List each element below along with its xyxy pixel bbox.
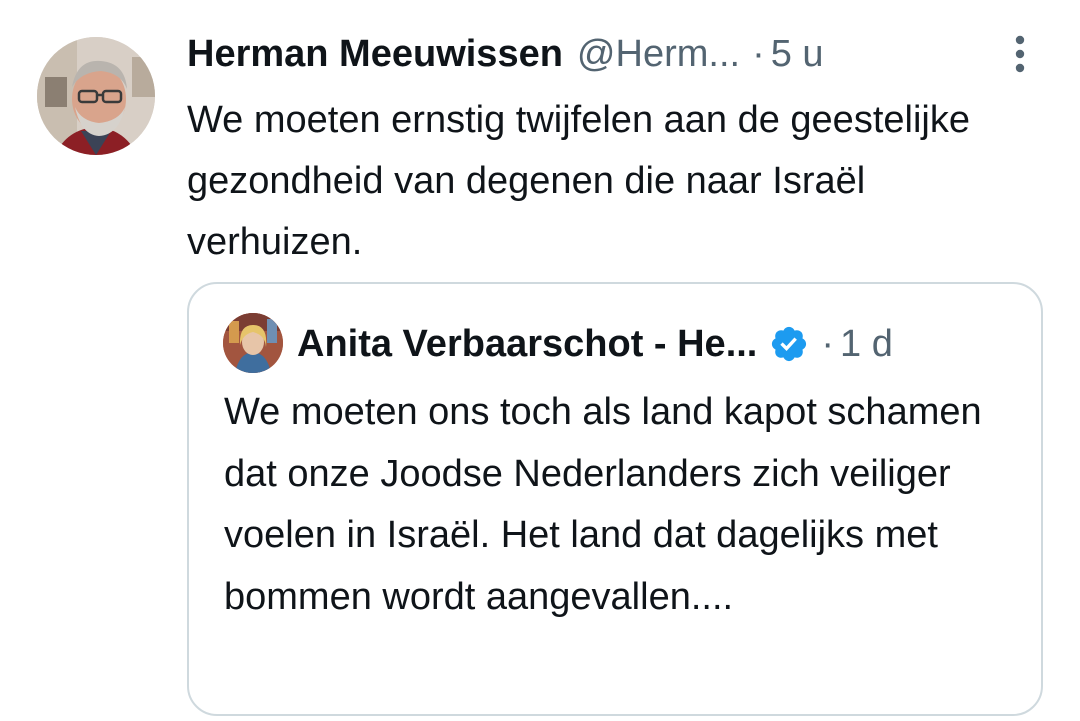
quoted-tweet-timestamp[interactable]: 1 d [840, 320, 893, 368]
verified-badge-icon [772, 326, 807, 362]
more-vertical-icon[interactable] [1007, 34, 1033, 74]
tweet-timestamp[interactable]: 5 u [771, 30, 824, 78]
quoted-tweet-header: Anita Verbaarschot - He... · 1 d [297, 320, 893, 368]
quoted-author-name[interactable]: Anita Verbaarschot - He... [297, 320, 757, 368]
quoted-author-avatar[interactable] [223, 313, 283, 373]
author-avatar[interactable] [37, 37, 155, 155]
author-handle[interactable]: @Herm... [577, 30, 740, 78]
tweet-text: We moeten ernstig twijfelen aan de geest… [187, 99, 970, 263]
tweet[interactable]: Herman Meeuwissen @Herm... · 5 u We moet… [0, 0, 1080, 721]
quoted-tweet-text: We moeten ons toch als land kapot schame… [224, 391, 982, 618]
separator-dot: · [752, 33, 765, 75]
quoted-tweet[interactable]: Anita Verbaarschot - He... · 1 d We moet… [187, 282, 1043, 716]
tweet-header: Herman Meeuwissen @Herm... · 5 u [187, 30, 824, 78]
separator-dot: · [821, 323, 835, 365]
author-name[interactable]: Herman Meeuwissen [187, 30, 563, 78]
